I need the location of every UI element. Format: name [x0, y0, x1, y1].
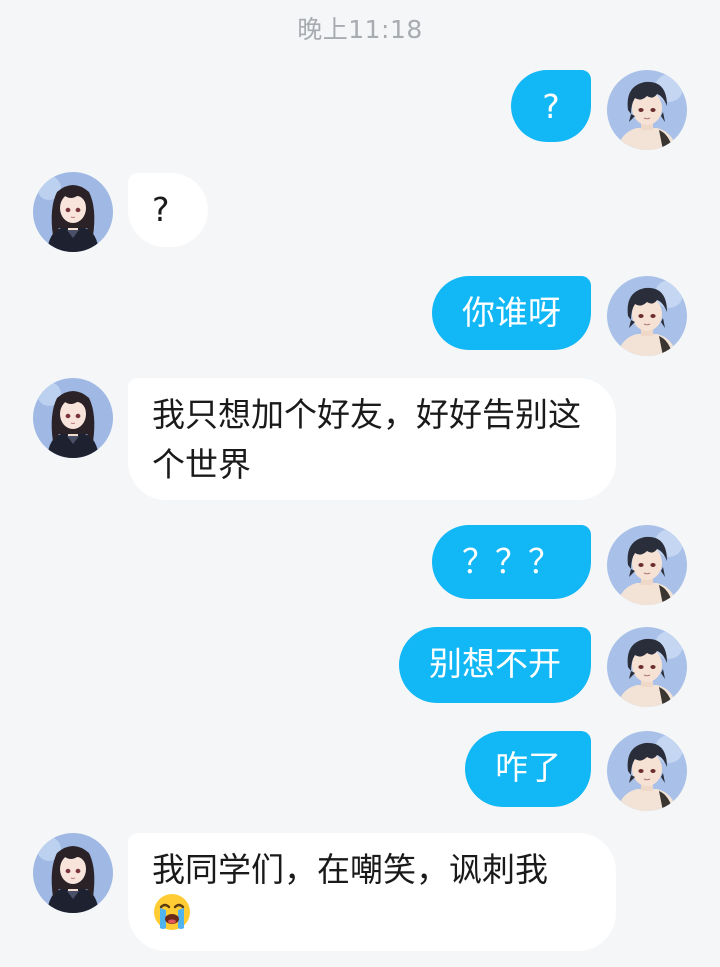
message-bubble[interactable]: ？？？	[432, 525, 591, 599]
message-bubble[interactable]: 咋了	[465, 731, 591, 807]
contact-avatar[interactable]	[33, 833, 113, 913]
my-avatar[interactable]	[607, 731, 687, 811]
message-row: 你谁呀	[0, 276, 720, 356]
loudly-crying-face-icon	[152, 892, 192, 946]
message-text: 别想不开	[429, 644, 561, 683]
message-text: ?	[152, 190, 170, 229]
message-text: 我同学们，在嘲笑，讽刺我	[152, 850, 548, 889]
message-row: 我只想加个好友，好好告别这个世界	[0, 378, 720, 502]
user-avatar-icon	[607, 276, 687, 356]
message-bubble[interactable]: 我同学们，在嘲笑，讽刺我	[128, 833, 616, 951]
message-bubble[interactable]: ?	[128, 173, 208, 247]
my-avatar[interactable]	[607, 276, 687, 356]
message-row: 别想不开	[0, 627, 720, 707]
user-avatar-icon	[607, 627, 687, 707]
message-text: 咋了	[495, 748, 561, 787]
my-avatar[interactable]	[607, 70, 687, 150]
message-text: ？？？	[462, 542, 561, 581]
message-text: 我只想加个好友，好好告别这个世界	[152, 395, 581, 484]
user-avatar-icon	[607, 731, 687, 811]
chat-timestamp: 晚上11:18	[297, 15, 423, 44]
message-bubble[interactable]: 别想不开	[399, 627, 591, 703]
my-avatar[interactable]	[607, 525, 687, 605]
user-avatar-icon	[607, 525, 687, 605]
message-row: 咋了	[0, 731, 720, 811]
message-row: ？？？	[0, 525, 720, 605]
message-bubble[interactable]: 你谁呀	[432, 276, 591, 350]
message-bubble[interactable]: ?	[511, 70, 591, 142]
contact-avatar-icon	[33, 833, 113, 913]
message-row: ?	[0, 172, 720, 252]
user-avatar-icon	[607, 70, 687, 150]
contact-avatar-icon	[33, 172, 113, 252]
message-row: ?	[0, 70, 720, 150]
message-text: ?	[542, 87, 560, 126]
contact-avatar[interactable]	[33, 378, 113, 458]
message-bubble[interactable]: 我只想加个好友，好好告别这个世界	[128, 378, 616, 500]
contact-avatar[interactable]	[33, 172, 113, 252]
contact-avatar-icon	[33, 378, 113, 458]
message-row: 我同学们，在嘲笑，讽刺我	[0, 833, 720, 955]
message-text: 你谁呀	[462, 293, 561, 332]
my-avatar[interactable]	[607, 627, 687, 707]
